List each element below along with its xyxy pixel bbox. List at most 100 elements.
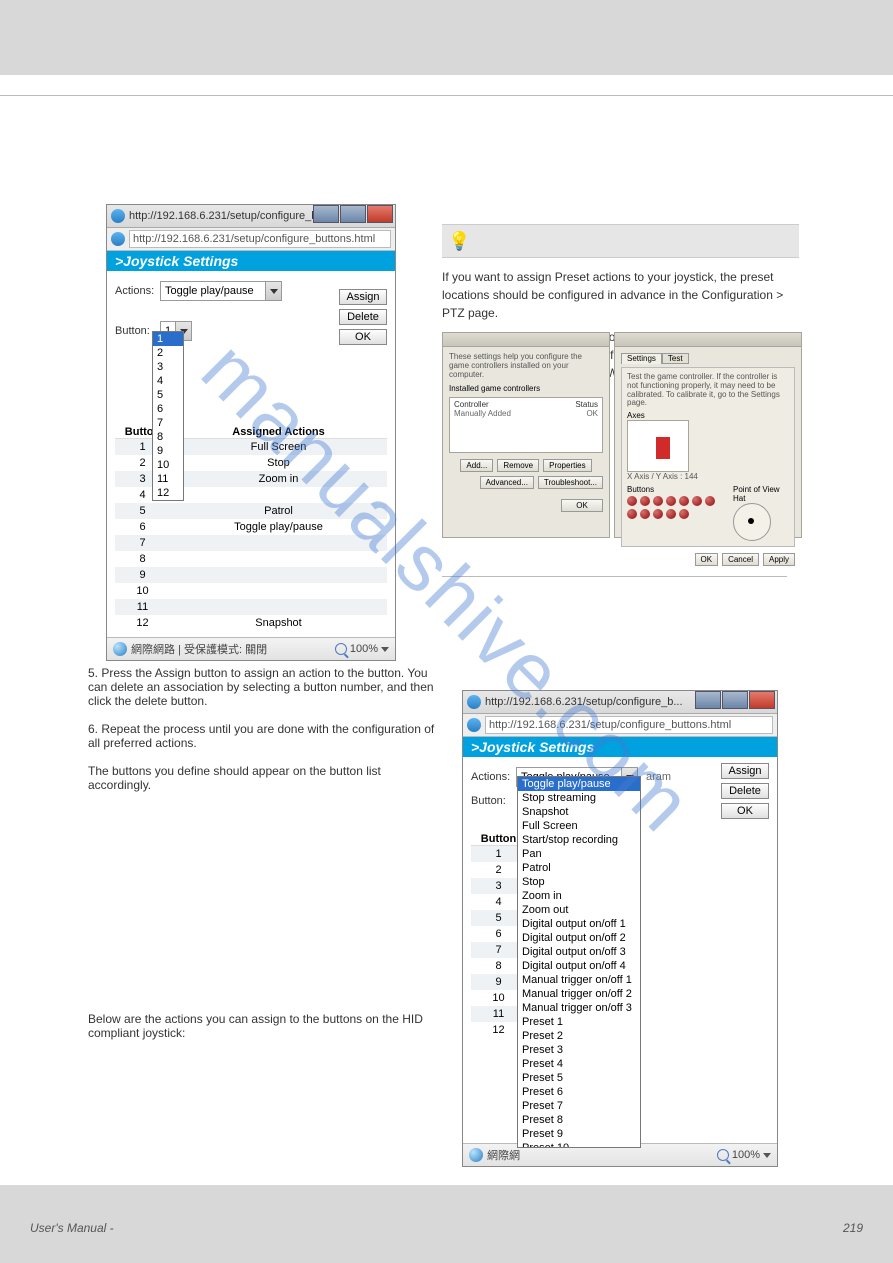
remove-button[interactable]: Remove: [497, 459, 539, 472]
dropdown-item[interactable]: Stop streaming: [518, 791, 640, 805]
ok-button[interactable]: OK: [695, 553, 719, 566]
game-controllers-dialog: These settings help you configure the ga…: [442, 332, 610, 538]
address-input[interactable]: http://192.168.6.231/setup/configure_but…: [485, 716, 773, 734]
dropdown-item[interactable]: 10: [153, 458, 183, 472]
advanced-button[interactable]: Advanced...: [480, 476, 534, 489]
dropdown-item[interactable]: Stop: [518, 875, 640, 889]
minimize-button[interactable]: [313, 205, 339, 223]
properties-button[interactable]: Properties: [543, 459, 591, 472]
dropdown-item[interactable]: 6: [153, 402, 183, 416]
window-title: http://192.168.6.231/setup/configure_b..…: [485, 696, 683, 708]
dropdown-item[interactable]: Preset 3: [518, 1043, 640, 1057]
list-item[interactable]: Manually Added: [454, 409, 511, 418]
dropdown-item[interactable]: Preset 10: [518, 1141, 640, 1148]
cancel-button[interactable]: Cancel: [722, 553, 759, 566]
button-indicator: [692, 496, 702, 506]
troubleshoot-button[interactable]: Troubleshoot...: [538, 476, 603, 489]
close-button[interactable]: [749, 691, 775, 709]
dropdown-item[interactable]: 1: [153, 332, 183, 346]
axis-indicator: [627, 420, 689, 472]
dropdown-item[interactable]: Toggle play/pause: [518, 777, 640, 791]
dropdown-item[interactable]: 8: [153, 430, 183, 444]
zoom-dropdown[interactable]: [381, 647, 389, 652]
dropdown-item[interactable]: Manual trigger on/off 3: [518, 1001, 640, 1015]
dropdown-item[interactable]: 2: [153, 346, 183, 360]
button-indicator: [679, 496, 689, 506]
dropdown-item[interactable]: Preset 9: [518, 1127, 640, 1141]
controller-properties-dialog: Settings Test Test the game controller. …: [614, 332, 802, 538]
button-indicator: [666, 496, 676, 506]
dropdown-item[interactable]: Start/stop recording: [518, 833, 640, 847]
zone-icon: [113, 642, 127, 656]
dropdown-item[interactable]: Manual trigger on/off 2: [518, 987, 640, 1001]
pov-label: Point of View Hat: [733, 485, 789, 503]
dropdown-item[interactable]: Preset 8: [518, 1113, 640, 1127]
col-header: Controller: [454, 400, 489, 409]
dropdown-item[interactable]: Digital output on/off 2: [518, 931, 640, 945]
zoom-dropdown[interactable]: [763, 1153, 771, 1158]
dropdown-item[interactable]: Zoom out: [518, 903, 640, 917]
dropdown-item[interactable]: Preset 7: [518, 1099, 640, 1113]
button-indicator: [640, 496, 650, 506]
tip-text: If you want to assign Preset actions to …: [442, 268, 787, 322]
close-button[interactable]: [367, 205, 393, 223]
dropdown-item[interactable]: Full Screen: [518, 819, 640, 833]
add-button[interactable]: Add...: [460, 459, 493, 472]
dropdown-item[interactable]: Digital output on/off 4: [518, 959, 640, 973]
step-6: 6. Repeat the process until you are done…: [88, 722, 438, 750]
delete-button[interactable]: Delete: [721, 783, 769, 799]
dropdown-item[interactable]: Preset 6: [518, 1085, 640, 1099]
table-row: 10: [115, 583, 387, 599]
page-icon: [111, 232, 125, 246]
dropdown-item[interactable]: 9: [153, 444, 183, 458]
address-input[interactable]: http://192.168.6.231/setup/configure_but…: [129, 230, 391, 248]
ok-button[interactable]: OK: [721, 803, 769, 819]
dropdown-item[interactable]: 7: [153, 416, 183, 430]
dropdown-item[interactable]: Preset 5: [518, 1071, 640, 1085]
dropdown-item[interactable]: Snapshot: [518, 805, 640, 819]
dropdown-item[interactable]: Pan: [518, 847, 640, 861]
dropdown-item[interactable]: Patrol: [518, 861, 640, 875]
chevron-down-icon: [265, 282, 281, 300]
button-indicator: [679, 509, 689, 519]
list-item-status: OK: [586, 409, 598, 418]
button-dropdown-list[interactable]: 1 2 3 4 5 6 7 8 9 10 11 12: [152, 331, 184, 501]
dropdown-item[interactable]: 11: [153, 472, 183, 486]
dropdown-item[interactable]: Preset 2: [518, 1029, 640, 1043]
tab-settings[interactable]: Settings: [621, 353, 662, 364]
dropdown-item[interactable]: 3: [153, 360, 183, 374]
list-label: Installed game controllers: [449, 384, 603, 393]
dropdown-item[interactable]: 4: [153, 374, 183, 388]
maximize-button[interactable]: [722, 691, 748, 709]
actions-select[interactable]: Toggle play/pause: [160, 281, 282, 301]
dropdown-item[interactable]: Preset 4: [518, 1057, 640, 1071]
dropdown-item[interactable]: 5: [153, 388, 183, 402]
dropdown-item[interactable]: Digital output on/off 1: [518, 917, 640, 931]
ok-button[interactable]: OK: [561, 499, 603, 512]
steps-intro: Below are the actions you can assign to …: [88, 1012, 438, 1040]
tab-test[interactable]: Test: [662, 353, 689, 364]
actions-label: Actions:: [471, 771, 516, 783]
maximize-button[interactable]: [340, 205, 366, 223]
section-divider: [442, 576, 787, 577]
magnifier-icon: [717, 1149, 729, 1161]
status-text: 網際網: [487, 1147, 520, 1163]
ok-button[interactable]: OK: [339, 329, 387, 345]
page-icon: [467, 718, 481, 732]
button-label: Button:: [471, 795, 516, 807]
table-row: 9: [115, 567, 387, 583]
dropdown-item[interactable]: Preset 1: [518, 1015, 640, 1029]
actions-dropdown-list[interactable]: Toggle play/pause Stop streaming Snapsho…: [517, 776, 641, 1148]
dropdown-item[interactable]: 12: [153, 486, 183, 500]
button-indicator: [640, 509, 650, 519]
footer-right: 219: [843, 1221, 863, 1235]
dropdown-item[interactable]: Manual trigger on/off 1: [518, 973, 640, 987]
apply-button[interactable]: Apply: [763, 553, 795, 566]
assign-button[interactable]: Assign: [339, 289, 387, 305]
header-banner: [0, 0, 893, 75]
dropdown-item[interactable]: Digital output on/off 3: [518, 945, 640, 959]
delete-button[interactable]: Delete: [339, 309, 387, 325]
minimize-button[interactable]: [695, 691, 721, 709]
assign-button[interactable]: Assign: [721, 763, 769, 779]
dropdown-item[interactable]: Zoom in: [518, 889, 640, 903]
